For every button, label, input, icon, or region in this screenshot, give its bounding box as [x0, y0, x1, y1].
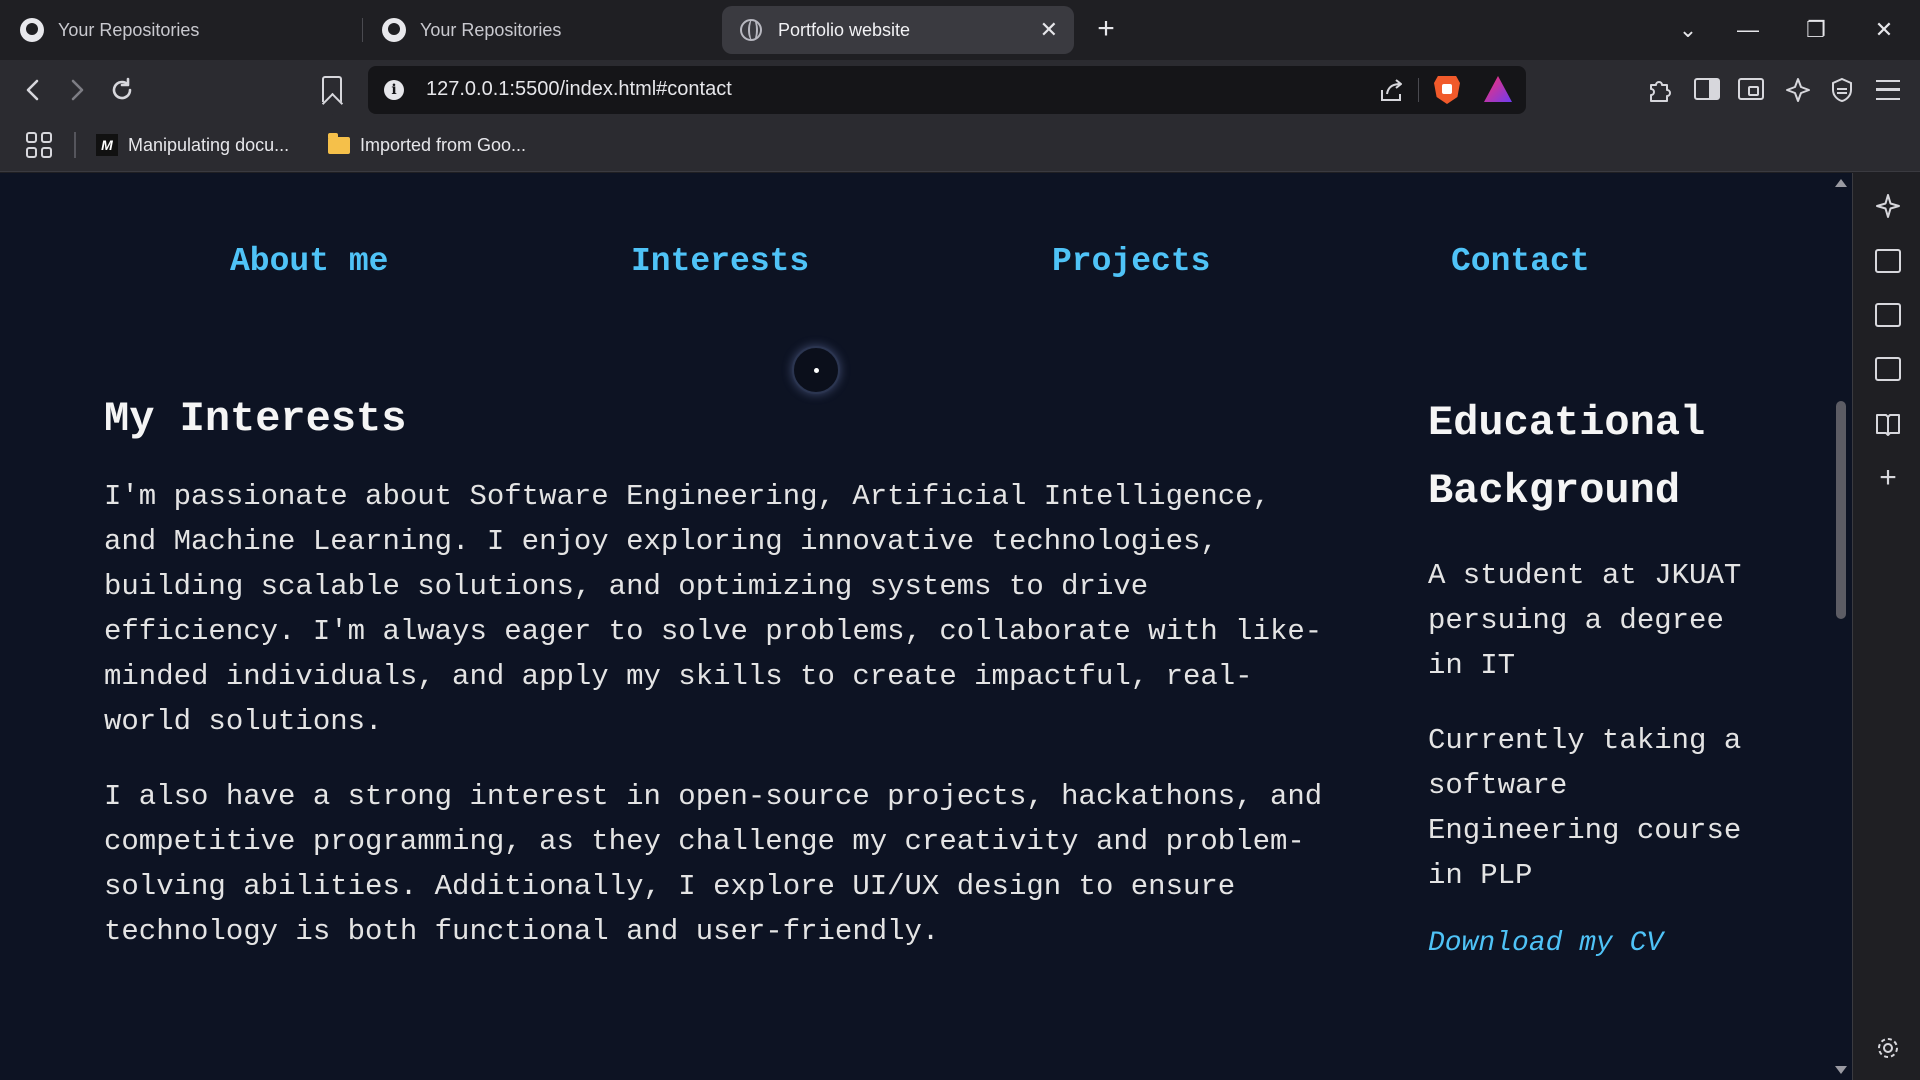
vpn-shield-icon[interactable]	[1826, 74, 1858, 106]
github-icon	[20, 18, 44, 42]
share-icon[interactable]	[1378, 76, 1406, 104]
forward-arrow-icon	[71, 79, 84, 101]
folder-icon	[328, 132, 350, 154]
sparkle-star-icon	[1786, 78, 1810, 102]
address-bar-divider	[1418, 78, 1419, 102]
sidebar-reading-list-icon[interactable]	[1875, 411, 1901, 437]
sidebar-wallet-icon[interactable]	[1875, 303, 1901, 327]
wallet-icon[interactable]	[1738, 78, 1764, 100]
close-window-button[interactable]: ✕	[1864, 12, 1904, 48]
reload-button[interactable]	[104, 72, 140, 108]
scroll-up-arrow-icon[interactable]	[1835, 179, 1847, 187]
close-tab-icon[interactable]: ✕	[1040, 17, 1058, 43]
education-section: Educational Background A student at JKUA…	[1428, 389, 1758, 959]
hamburger-menu-icon[interactable]	[1876, 80, 1900, 100]
sidebar-toggle-icon[interactable]	[1694, 78, 1720, 100]
globe-icon	[740, 19, 762, 41]
site-info-icon[interactable]: i	[384, 80, 404, 100]
restore-button[interactable]: ❐	[1796, 12, 1836, 48]
education-paragraph: Currently taking a software Engineering …	[1428, 724, 1742, 892]
sidebar-add-icon[interactable]: +	[1875, 463, 1901, 493]
interests-paragraph: I also have a strong interest in open-so…	[104, 780, 1323, 948]
download-cv-link[interactable]: Download my CV	[1428, 928, 1758, 959]
page-viewport: About me Interests Projects Contact My I…	[0, 173, 1830, 1080]
interests-heading: My Interests	[104, 395, 407, 443]
bookmark-page-icon[interactable]	[322, 76, 342, 102]
reload-icon	[112, 77, 132, 100]
new-tab-button[interactable]: +	[1094, 12, 1118, 46]
leo-ai-icon[interactable]	[1782, 74, 1814, 106]
gear-icon	[1878, 1038, 1898, 1058]
education-paragraph: A student at JKUAT persuing a degree in …	[1428, 559, 1742, 682]
puzzle-icon	[1650, 81, 1671, 102]
interests-section: My Interests I'm passionate about Softwa…	[104, 389, 1334, 984]
tab-strip: Your Repositories Your Repositories Port…	[0, 0, 1920, 60]
url-text[interactable]: 127.0.0.1:5500/index.html#contact	[426, 78, 732, 101]
nav-link-projects[interactable]: Projects	[1052, 243, 1210, 280]
address-bar[interactable]: i 127.0.0.1:5500/index.html#contact	[368, 66, 1526, 114]
tab-title: Your Repositories	[58, 19, 200, 40]
sidebar-settings-gear-icon[interactable]	[1875, 1035, 1901, 1061]
bookmark-manipulating-documents[interactable]: M Manipulating docu...	[96, 130, 289, 160]
education-heading: Educational Background	[1428, 399, 1706, 515]
nav-link-contact[interactable]: Contact	[1451, 243, 1590, 280]
shield-icon	[1832, 77, 1852, 103]
minimize-button[interactable]: —	[1728, 12, 1768, 48]
bookmarks-bar: M Manipulating docu... Imported from Goo…	[0, 120, 1920, 172]
browser-toolbar: i 127.0.0.1:5500/index.html#contact	[0, 60, 1920, 120]
tab-separator	[362, 18, 363, 42]
sidebar-leo-icon[interactable]	[1875, 193, 1901, 219]
sidebar-playlist-icon[interactable]	[1875, 249, 1901, 273]
tab-title: Portfolio website	[778, 19, 911, 40]
scroll-down-arrow-icon[interactable]	[1835, 1066, 1847, 1074]
tab-your-repositories-2[interactable]: Your Repositories	[382, 6, 712, 54]
custom-cursor	[792, 346, 840, 394]
site-nav: About me Interests Projects Contact	[0, 173, 1830, 353]
open-book-icon	[1876, 414, 1900, 436]
tab-search-chevron-icon[interactable]: ⌄	[1668, 12, 1708, 48]
browser-sidebar: +	[1852, 173, 1920, 1080]
mdn-icon: M	[96, 134, 118, 156]
scrollbar-thumb[interactable]	[1836, 401, 1846, 619]
nav-link-interests[interactable]: Interests	[631, 243, 809, 280]
interests-paragraph: I'm passionate about Software Engineerin…	[104, 480, 1323, 738]
extensions-icon[interactable]	[1644, 74, 1676, 106]
sidebar-bookmarks-icon[interactable]	[1875, 357, 1901, 381]
bookmark-folder-imported[interactable]: Imported from Goo...	[328, 130, 526, 160]
sparkle-star-icon	[1876, 194, 1900, 218]
tab-portfolio-website[interactable]: Portfolio website ✕	[722, 6, 1074, 54]
bookmark-label: Manipulating docu...	[128, 134, 290, 155]
back-arrow-icon	[26, 79, 39, 101]
apps-grid-icon[interactable]	[26, 132, 52, 158]
share-arrow-icon	[1381, 79, 1402, 101]
bookmark-label: Imported from Goo...	[360, 134, 527, 155]
nav-link-about-me[interactable]: About me	[230, 243, 388, 280]
brave-rewards-icon[interactable]	[1484, 76, 1512, 102]
back-button[interactable]	[16, 72, 52, 108]
github-icon	[382, 18, 406, 42]
bookmarks-divider	[74, 132, 76, 158]
tab-your-repositories-1[interactable]: Your Repositories	[20, 6, 350, 54]
tab-title: Your Repositories	[420, 19, 562, 40]
page-scrollbar[interactable]	[1830, 173, 1852, 1080]
forward-button[interactable]	[58, 72, 94, 108]
brave-shields-icon[interactable]	[1434, 76, 1460, 104]
